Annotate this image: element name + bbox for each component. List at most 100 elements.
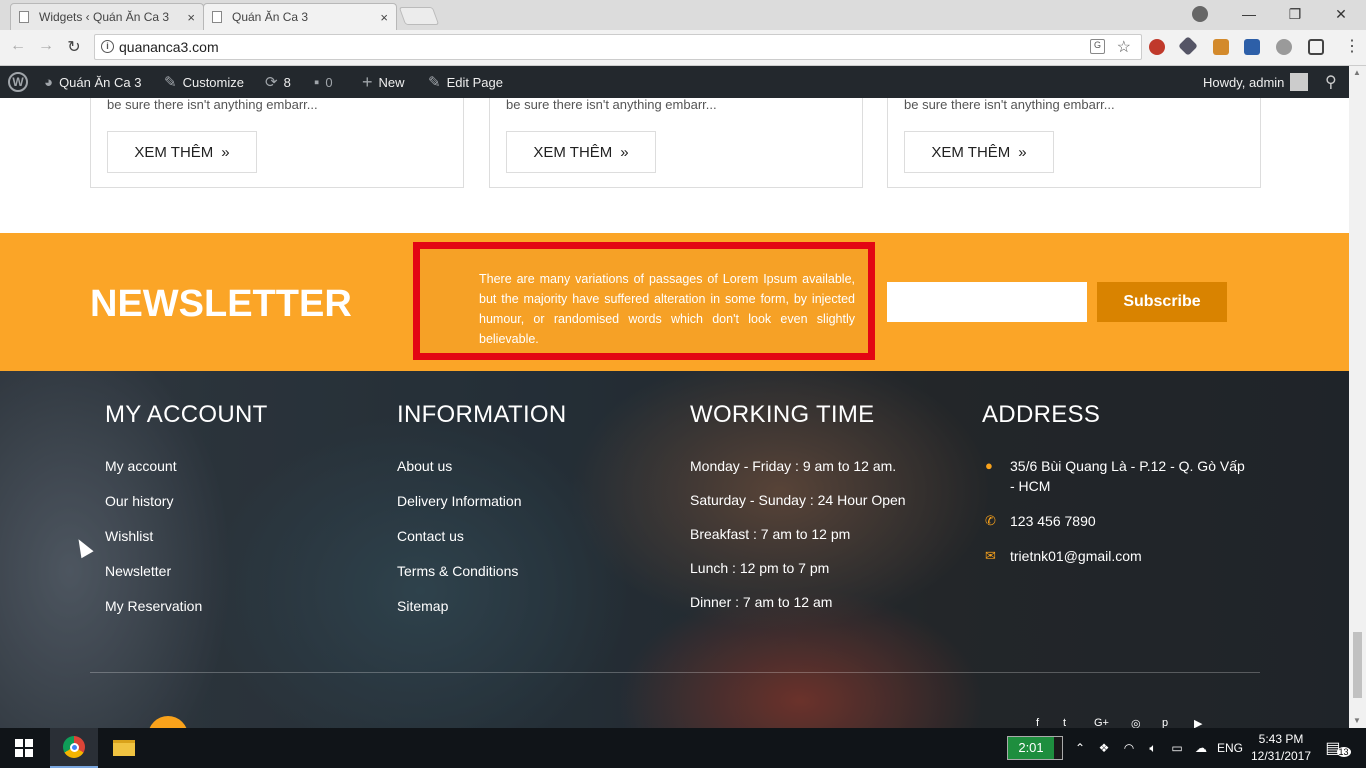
new-label: New [378, 74, 405, 90]
forward-icon[interactable]: → [36, 37, 56, 55]
page-content: be sure there isn't anything embarr... X… [0, 98, 1349, 728]
action-center-button[interactable]: ▤ 13 [1318, 728, 1358, 768]
onedrive-icon[interactable]: ☁ [1190, 728, 1212, 768]
profile-icon[interactable] [1192, 6, 1208, 22]
facebook-icon[interactable]: f [1036, 717, 1039, 728]
customize-label: Customize [182, 74, 244, 90]
phone-row: ✆ 123 456 7890 [982, 511, 1252, 531]
extension-icon[interactable] [1244, 39, 1260, 55]
site-name-link[interactable]: ◕ Quán Ăn Ca 3 [44, 66, 141, 98]
tab-title: Widgets ‹ Quán Ăn Ca 3 [39, 10, 170, 24]
footer-link[interactable]: Our history [105, 488, 385, 523]
footer-divider [90, 672, 1260, 673]
menu-icon[interactable]: ⋮ [1344, 36, 1360, 56]
footer-heading: ADDRESS [982, 401, 1101, 428]
extension-icon[interactable] [1276, 39, 1292, 55]
post-excerpt: be sure there isn't anything embarr... [107, 98, 318, 112]
plus-icon: + [362, 71, 373, 92]
tab-widgets[interactable]: Widgets ‹ Quán Ăn Ca 3 × [10, 3, 204, 30]
working-hours-text: Dinner : 7 am to 12 am [690, 594, 833, 610]
tab-home[interactable]: Quán Ăn Ca 3 × [203, 3, 397, 30]
post-card: be sure there isn't anything embarr... X… [489, 98, 863, 188]
timer-widget[interactable]: 2:01 [1007, 736, 1063, 760]
extension-icon[interactable] [1213, 39, 1229, 55]
pencil-icon: ✎ [428, 74, 441, 91]
brush-icon: ✎ [164, 74, 177, 91]
chevron-up-icon[interactable]: ⌃ [1070, 728, 1090, 768]
pinterest-icon[interactable]: p [1162, 717, 1168, 728]
footer-link[interactable]: Delivery Information [397, 488, 677, 523]
maximize-button[interactable]: ❐ [1272, 3, 1318, 25]
working-hours-text: Monday - Friday : 9 am to 12 am. [690, 458, 897, 474]
translate-icon[interactable]: G [1090, 39, 1105, 54]
reload-icon[interactable]: ↻ [64, 37, 84, 57]
info-icon[interactable]: i [101, 40, 114, 53]
newsletter-email-input[interactable] [887, 282, 1087, 322]
youtube-icon[interactable]: ▶ [1194, 717, 1202, 728]
footer-link[interactable]: Wishlist [105, 523, 385, 558]
scrollbar-thumb[interactable] [1353, 632, 1362, 698]
close-window-button[interactable]: ✕ [1318, 3, 1364, 25]
page-icon [19, 11, 29, 23]
url-text: quananca3.com [119, 39, 219, 55]
read-more-button[interactable]: XEM THÊM » [506, 131, 656, 173]
back-icon[interactable]: ← [8, 37, 28, 55]
scroll-up-icon[interactable]: ▲ [1353, 68, 1361, 77]
footer-link[interactable]: Terms & Conditions [397, 558, 677, 593]
comments-link[interactable]: ▪ 0 [314, 66, 333, 98]
tab-close-icon[interactable]: × [380, 10, 388, 25]
map-marker-icon: ● [985, 458, 993, 473]
address-bar[interactable]: i quananca3.com G ☆ [94, 34, 1142, 60]
file-explorer-taskbar-button[interactable] [100, 728, 148, 768]
edit-page-link[interactable]: ✎ Edit Page [428, 66, 503, 98]
windows-logo-icon [15, 739, 33, 757]
page-scrollbar[interactable] [1349, 66, 1366, 728]
bookmark-star-icon[interactable]: ☆ [1117, 37, 1131, 57]
tab-close-icon[interactable]: × [187, 10, 195, 25]
start-button[interactable] [0, 728, 48, 768]
phone-icon: ✆ [985, 513, 996, 528]
new-tab-button[interactable] [398, 7, 440, 25]
edit-page-label: Edit Page [446, 74, 503, 90]
volume-icon[interactable]: 🔈︎ [1142, 728, 1164, 768]
chrome-taskbar-button[interactable] [50, 728, 98, 768]
wifi-icon[interactable]: ◠ [1118, 728, 1140, 768]
footer-link[interactable]: Sitemap [397, 593, 677, 628]
extension-icon[interactable] [1149, 39, 1165, 55]
search-icon[interactable]: ⚲ [1325, 66, 1337, 98]
instagram-icon[interactable]: ◎ [1131, 717, 1141, 728]
read-more-button[interactable]: XEM THÊM » [904, 131, 1054, 173]
cast-icon[interactable] [1308, 39, 1324, 55]
comment-icon: ▪ [314, 73, 320, 91]
scroll-down-icon[interactable]: ▼ [1353, 716, 1361, 725]
twitter-icon[interactable]: t [1063, 717, 1066, 728]
google-plus-icon[interactable]: G+ [1094, 717, 1109, 728]
post-card: be sure there isn't anything embarr... X… [90, 98, 464, 188]
customize-link[interactable]: ✎ Customize [164, 66, 244, 98]
subscribe-button[interactable]: Subscribe [1097, 282, 1227, 322]
footer-heading: INFORMATION [397, 401, 567, 428]
footer-link[interactable]: My Reservation [105, 593, 385, 628]
clock[interactable]: 5:43 PM 12/31/2017 [1250, 731, 1312, 765]
wordpress-icon[interactable]: W [8, 66, 28, 98]
footer-link[interactable]: Contact us [397, 523, 677, 558]
wp-admin-bar: W ◕ Quán Ăn Ca 3 ✎ Customize ⟳ 8 ▪ 0 + N… [0, 66, 1366, 98]
footer-link[interactable]: Newsletter [105, 558, 385, 593]
read-more-button[interactable]: XEM THÊM » [107, 131, 257, 173]
new-link[interactable]: + New [362, 66, 405, 98]
language-indicator[interactable]: ENG [1214, 728, 1246, 768]
email-row: ✉ trietnk01@gmail.com [982, 546, 1252, 566]
dropbox-icon[interactable]: ❖ [1094, 728, 1114, 768]
my-account-link[interactable]: Howdy, admin [1203, 66, 1309, 98]
howdy-label: Howdy, admin [1203, 74, 1285, 90]
footer-link[interactable]: About us [397, 453, 677, 488]
battery-icon[interactable]: ▭ [1166, 728, 1188, 768]
footer-link[interactable]: My account [105, 453, 385, 488]
read-more-label: XEM THÊM [134, 143, 214, 161]
footer-heading: WORKING TIME [690, 401, 875, 428]
email-text[interactable]: trietnk01@gmail.com [1010, 546, 1142, 566]
minimize-button[interactable]: — [1226, 3, 1272, 25]
updates-link[interactable]: ⟳ 8 [265, 66, 291, 98]
windows-taskbar: 2:01 ⌃ ❖ ◠ 🔈︎ ▭ ☁ ENG 5:43 PM 12/31/2017… [0, 728, 1366, 768]
chevron-right-icon: » [221, 143, 230, 161]
